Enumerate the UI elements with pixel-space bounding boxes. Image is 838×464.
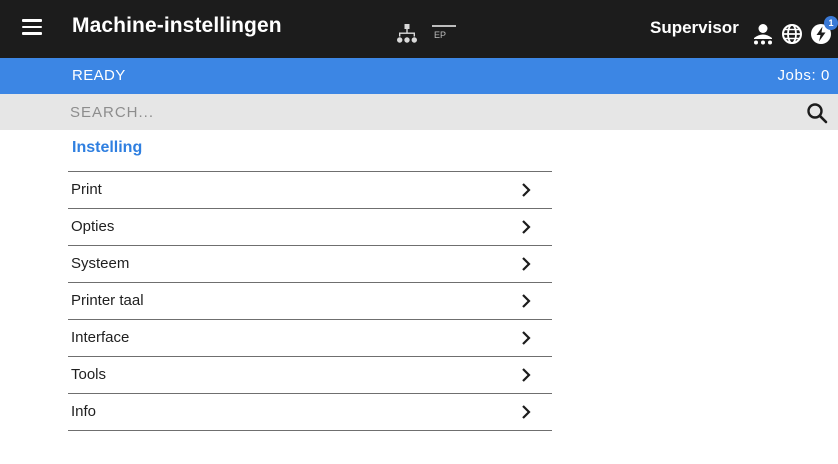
chevron-right-icon <box>522 331 531 345</box>
menu-item-label: Tools <box>71 366 107 383</box>
menu-item-tools[interactable]: Tools <box>68 357 552 394</box>
menu-item-label: Opties <box>71 218 115 235</box>
menu-item-label: Info <box>71 403 97 420</box>
chevron-right-icon <box>522 183 531 197</box>
menu-item-interface[interactable]: Interface <box>68 320 552 357</box>
chevron-right-icon <box>522 257 531 271</box>
menu-item-label: Interface <box>71 329 130 346</box>
search-bar <box>0 94 838 130</box>
user-icon <box>754 24 772 45</box>
menu-item-systeem[interactable]: Systeem <box>68 246 552 283</box>
section-heading: Instelling <box>72 139 143 156</box>
menu-item-label: Systeem <box>71 255 130 272</box>
chevron-right-icon <box>522 405 531 419</box>
chevron-right-icon <box>522 294 531 308</box>
globe-icon[interactable] <box>781 23 803 45</box>
network-icon <box>397 24 417 43</box>
printer-status: READY <box>72 67 126 84</box>
search-icon[interactable] <box>806 102 828 124</box>
page-title: Machine-instellingen <box>72 14 282 37</box>
settings-menu: Print Opties Systeem Printer taal Interf… <box>68 171 552 431</box>
menu-icon[interactable] <box>22 19 42 35</box>
menu-item-label: Printer taal <box>71 292 144 309</box>
menu-item-print[interactable]: Print <box>68 172 552 209</box>
menu-item-label: Print <box>71 181 102 198</box>
menu-item-printer-taal[interactable]: Printer taal <box>68 283 552 320</box>
user-role: Supervisor <box>650 18 739 37</box>
chevron-right-icon <box>522 368 531 382</box>
menu-item-info[interactable]: Info <box>68 394 552 431</box>
notification-badge[interactable]: 1 <box>824 16 838 30</box>
ep-label: EP <box>434 30 447 40</box>
chevron-right-icon <box>522 220 531 234</box>
menu-item-opties[interactable]: Opties <box>68 209 552 246</box>
ep-icon: EP <box>432 24 456 44</box>
status-bar: READY Jobs: 0 <box>0 58 838 94</box>
top-bar: Machine-instellingen EP Supervisor 1 <box>0 0 838 58</box>
jobs-count[interactable]: Jobs: 0 <box>777 67 830 84</box>
search-input[interactable] <box>70 99 770 125</box>
